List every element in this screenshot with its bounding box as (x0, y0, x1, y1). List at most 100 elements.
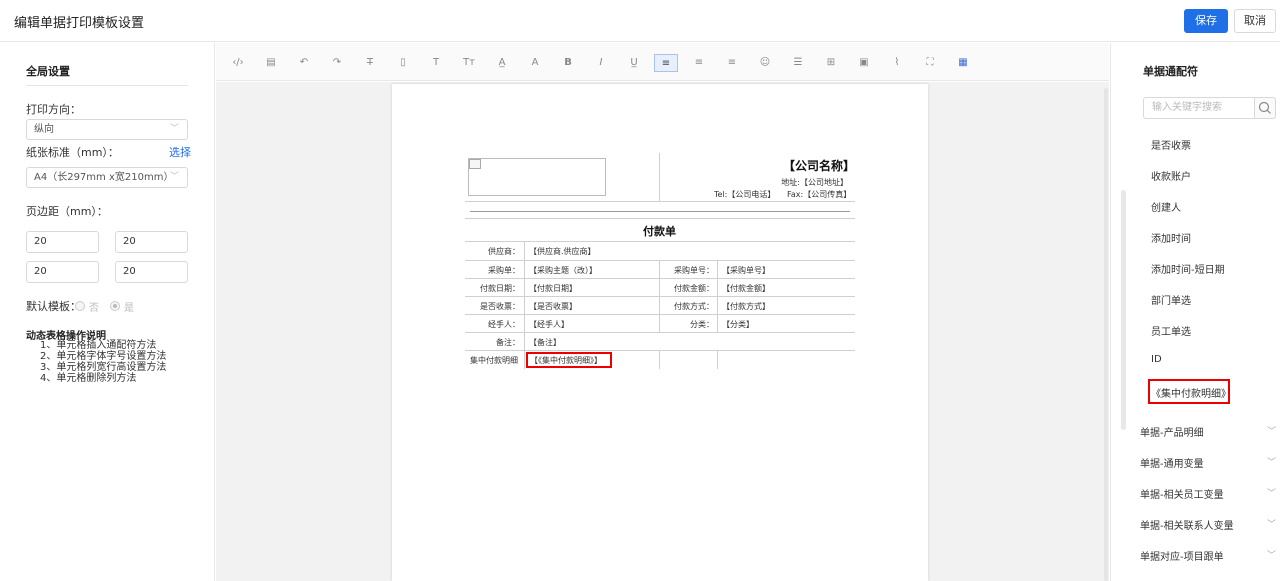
divider (26, 85, 188, 86)
cell-label: 是否收票： (480, 302, 520, 311)
radio-yes-label: 是 (124, 303, 134, 314)
cell-label: 付款方式： (674, 302, 714, 311)
emoji-icon[interactable]: ☺ (753, 54, 777, 72)
strikethrough-icon[interactable]: T̶ (358, 54, 382, 72)
wildcard-item[interactable]: 添加时间-短日期 (1151, 261, 1225, 276)
highlight-box (1148, 379, 1230, 404)
top-bar: 编辑单据打印模板设置 保存 取消 (0, 0, 1280, 42)
chevron-down-icon: ﹀ (1266, 458, 1276, 468)
wildcard-group[interactable]: 单据-相关员工变量 ﹀ (1140, 486, 1276, 501)
col-divider (717, 350, 718, 369)
wildcard-group[interactable]: 单据-产品明细 ﹀ (1140, 424, 1276, 439)
orientation-value: 纵向 (34, 124, 54, 135)
group-label: 单据-通用变量 (1140, 459, 1204, 470)
wildcard-item[interactable]: 部门单选 (1151, 292, 1191, 307)
group-label: 单据-相关联系人变量 (1140, 521, 1234, 532)
italic-icon[interactable]: I (589, 54, 613, 72)
wildcard-item[interactable]: 是否收票 (1151, 137, 1191, 152)
chevron-down-icon: ﹀ (1266, 551, 1276, 561)
wildcard-item[interactable]: 员工单选 (1151, 323, 1191, 338)
cell-value[interactable]: 【采购单号】 (722, 265, 770, 276)
cell-value[interactable]: 【分类】 (722, 319, 754, 330)
cell-label: 付款日期： (480, 284, 520, 293)
page-title: 编辑单据打印模板设置 (14, 16, 145, 31)
cell-value[interactable]: 【供应商.供应商】 (529, 246, 596, 257)
fullscreen-icon[interactable]: ⛶ (918, 54, 942, 72)
cell-label: 付款金额： (674, 284, 714, 293)
cell-value[interactable]: 【付款方式】 (722, 301, 770, 312)
align-center-icon[interactable]: ≡ (687, 54, 711, 72)
background-color-icon[interactable]: A (523, 54, 547, 72)
global-settings-panel: 全局设置 打印方向： 纵向 ﹀ 纸张标准（mm）： 选择 A4（长297mm x… (0, 43, 215, 581)
cell-label: 供应商： (488, 247, 520, 256)
line-height-icon[interactable]: ☰ (786, 54, 810, 72)
image-icon[interactable]: ▣ (852, 54, 876, 72)
logo-placeholder[interactable] (468, 158, 606, 196)
col-divider (524, 241, 525, 369)
radio-no[interactable] (75, 301, 85, 311)
col-divider (659, 260, 660, 332)
canvas-scrollbar[interactable] (1104, 88, 1108, 581)
wildcard-item[interactable]: 添加时间 (1151, 230, 1191, 245)
font-size-icon[interactable]: Tт (457, 54, 481, 72)
search-icon (1258, 101, 1271, 114)
cell-value[interactable]: 【是否收票】 (529, 301, 577, 312)
cell-value[interactable]: 【付款日期】 (529, 283, 577, 294)
cancel-button[interactable]: 取消 (1234, 9, 1276, 33)
highlight-box (526, 352, 612, 368)
radio-yes[interactable] (110, 301, 120, 311)
wildcard-group[interactable]: 单据-通用变量 ﹀ (1140, 455, 1276, 470)
wildcard-title: 单据通配符 (1143, 65, 1198, 78)
cell-value[interactable]: 【采购主题（改）】 (529, 265, 597, 276)
chevron-down-icon: ﹀ (1266, 520, 1276, 530)
separator-line (470, 211, 850, 212)
company-name: 【公司名称】 (782, 159, 855, 173)
margin-right-input[interactable]: 20 (115, 261, 188, 283)
template-icon[interactable]: ▤ (259, 54, 283, 72)
align-right-icon[interactable]: ≡ (720, 54, 744, 72)
wildcard-item[interactable]: 创建人 (1151, 199, 1181, 214)
undo-icon[interactable]: ↶ (292, 54, 316, 72)
underline-icon[interactable]: U̲ (622, 54, 646, 72)
cell-label: 集中付款明细 (470, 356, 518, 365)
paper-value: A4（长297mm x宽210mm） (34, 172, 174, 183)
help-item: 2、单元格字体字号设置方法 (40, 351, 167, 362)
save-button[interactable]: 保存 (1184, 9, 1228, 33)
search-button[interactable] (1254, 97, 1276, 119)
cell-label: 经手人： (488, 320, 520, 329)
group-label: 单据对应-项目跟单 (1140, 552, 1224, 563)
paper-select[interactable]: A4（长297mm x宽210mm） ﹀ (26, 167, 188, 188)
code-icon[interactable]: ‹/› (226, 54, 250, 72)
table-icon[interactable]: ⊞ (819, 54, 843, 72)
margin-top-input[interactable]: 20 (26, 231, 99, 253)
wildcard-scrollbar[interactable] (1121, 190, 1126, 430)
wildcard-item[interactable]: ID (1151, 354, 1162, 365)
orientation-select[interactable]: 纵向 ﹀ (26, 119, 188, 140)
cell-value[interactable]: 【备注】 (529, 337, 561, 348)
redo-icon[interactable]: ↷ (325, 54, 349, 72)
editor-toolbar: ‹/› ▤ ↶ ↷ T̶ ▯ T Tт A̲ A B I U̲ ≡ ≡ ≡ ☺ … (216, 43, 1109, 81)
margin-left-input[interactable]: 20 (26, 261, 99, 283)
attachment-icon[interactable]: ⌇ (885, 54, 909, 72)
grid-icon[interactable]: ▦ (951, 54, 975, 72)
paste-icon[interactable]: ▯ (391, 54, 415, 72)
paper-label: 纸张标准（mm）： (26, 146, 119, 159)
align-left-icon[interactable]: ≡ (654, 54, 678, 72)
search-input[interactable]: 输入关键字搜索 (1143, 97, 1255, 119)
row-divider (465, 201, 855, 202)
wildcard-group[interactable]: 单据对应-项目跟单 ﹀ (1140, 548, 1276, 563)
margin-bottom-input[interactable]: 20 (115, 231, 188, 253)
bold-icon[interactable]: B (556, 54, 580, 72)
paper-select-link[interactable]: 选择 (169, 144, 191, 160)
company-fax: Fax:【公司传真】 (787, 190, 852, 199)
font-color-icon[interactable]: A̲ (490, 54, 514, 72)
cell-label: 采购单： (488, 266, 520, 275)
cell-value[interactable]: 【经手人】 (529, 319, 569, 330)
orientation-label: 打印方向： (26, 103, 81, 116)
wildcard-group[interactable]: 单据-相关联系人变量 ﹀ (1140, 517, 1276, 532)
help-item: 3、单元格列宽行高设置方法 (40, 362, 167, 373)
text-icon[interactable]: T (424, 54, 448, 72)
default-template-label: 默认模板： (26, 300, 81, 313)
cell-value[interactable]: 【付款金额】 (722, 283, 770, 294)
wildcard-item[interactable]: 收款账户 (1151, 168, 1191, 183)
